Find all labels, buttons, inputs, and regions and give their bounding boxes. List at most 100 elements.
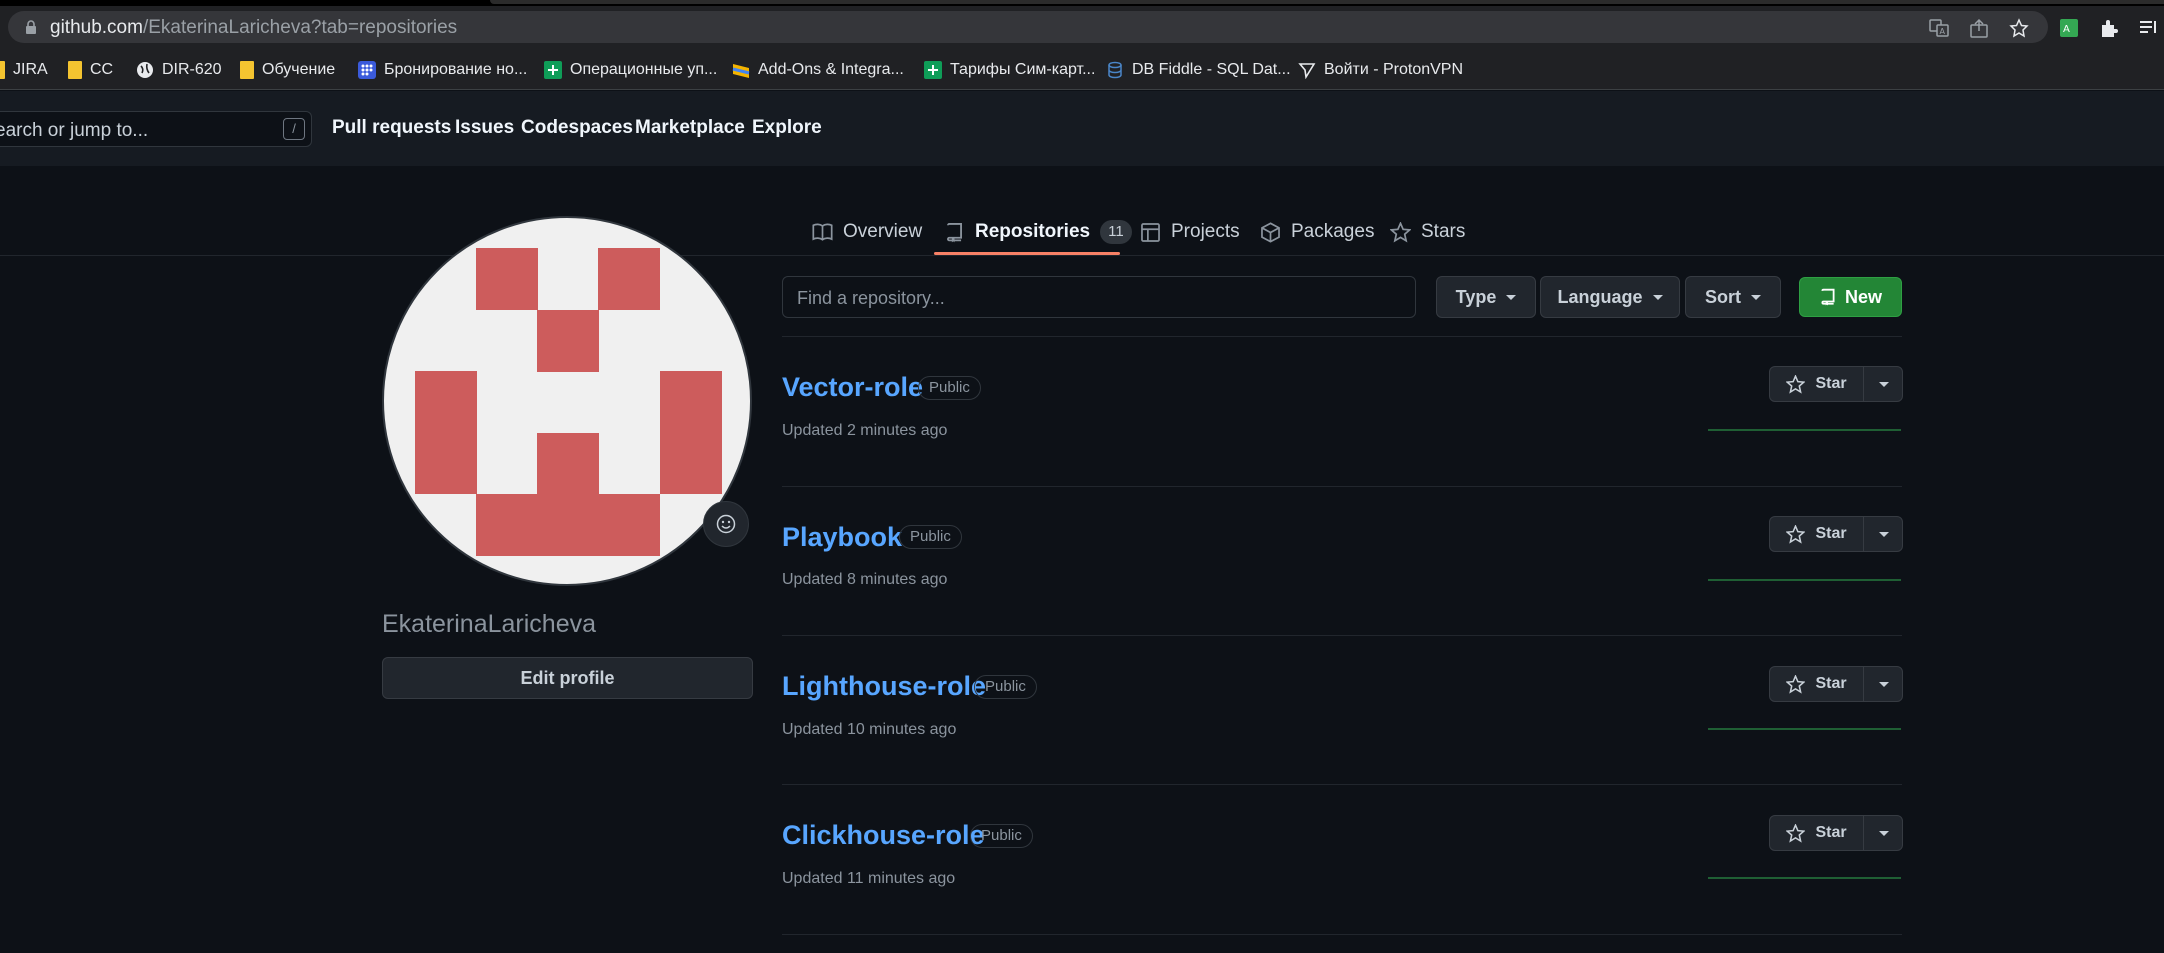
- address-bar[interactable]: github.com/EkaterinaLaricheva?tab=reposi…: [8, 11, 2048, 43]
- bookmark-obuchenie[interactable]: Обучение: [240, 58, 335, 82]
- nav-marketplace[interactable]: Marketplace: [635, 117, 745, 139]
- sheets-icon: [544, 61, 562, 79]
- language-filter-label: Language: [1557, 286, 1643, 307]
- url-text: github.com/EkaterinaLaricheva?tab=reposi…: [50, 17, 457, 39]
- bookmark-dir-620[interactable]: DIR-620: [136, 58, 222, 82]
- bookmark-label: Бронирование но...: [384, 61, 528, 78]
- repo-name-link[interactable]: Lighthouse-role: [782, 671, 986, 702]
- star-button[interactable]: Star: [1770, 816, 1864, 850]
- avatar-pixel: [415, 371, 477, 494]
- nav-explore[interactable]: Explore: [752, 117, 822, 139]
- bookmark-cc[interactable]: CC: [68, 58, 113, 82]
- tab-overview[interactable]: Overview: [812, 214, 922, 250]
- star-button[interactable]: Star: [1770, 367, 1864, 401]
- avatar-pixel: [598, 248, 660, 310]
- avatar-pixel: [660, 371, 722, 494]
- addon-icon: [732, 64, 750, 78]
- activity-graph: [1708, 579, 1901, 581]
- bookmark-star-icon[interactable]: [2008, 17, 2030, 39]
- language-filter-button[interactable]: Language: [1540, 276, 1680, 318]
- visibility-badge: Public: [899, 525, 962, 549]
- star-icon: [1786, 823, 1806, 843]
- nav-issues[interactable]: Issues: [455, 117, 514, 139]
- star-icon: [1786, 374, 1806, 394]
- bookmark-label: Операционные уп...: [570, 61, 718, 78]
- repo-name-link[interactable]: Clickhouse-role: [782, 820, 985, 851]
- repo-name-link[interactable]: Vector-role: [782, 372, 923, 403]
- star-list-dropdown[interactable]: [1865, 816, 1903, 850]
- tab-repositories[interactable]: Repositories 11: [944, 214, 1132, 250]
- nav-pull-requests[interactable]: Pull requests: [332, 117, 451, 139]
- table-icon: [1141, 222, 1160, 242]
- sort-filter-button[interactable]: Sort: [1685, 276, 1781, 318]
- visibility-badge: Public: [974, 675, 1037, 699]
- star-list-dropdown[interactable]: [1865, 367, 1903, 401]
- smiley-icon: [716, 514, 736, 534]
- translate-extension-icon[interactable]: A: [2058, 17, 2080, 39]
- bookmark-label: JIRA: [13, 61, 48, 78]
- repo-icon: [1821, 288, 1835, 306]
- repo-updated-time: Updated 2 minutes ago: [782, 422, 948, 439]
- bookmark-jira[interactable]: JIRA: [0, 58, 48, 82]
- package-icon: [1261, 221, 1280, 243]
- bookmark-db-fiddle[interactable]: DB Fiddle - SQL Dat...: [1106, 58, 1291, 82]
- share-icon[interactable]: [1968, 17, 1990, 39]
- folder-icon: [0, 61, 5, 79]
- reading-list-icon[interactable]: [2138, 17, 2160, 39]
- star-button-group: Star: [1769, 366, 1903, 402]
- proton-icon: [1298, 63, 1316, 79]
- star-button[interactable]: Star: [1770, 667, 1864, 701]
- bookmarks-bar: JIRA CC DIR-620 Обучение Бронирование но…: [0, 50, 2164, 90]
- avatar-pixel: [476, 494, 660, 556]
- bookmark-label: CC: [90, 61, 114, 78]
- type-filter-button[interactable]: Type: [1436, 276, 1536, 318]
- avatar[interactable]: [382, 216, 752, 586]
- find-repository-input[interactable]: Find a repository...: [782, 276, 1416, 318]
- bookmark-label: Тарифы Сим-карт...: [950, 61, 1096, 78]
- edit-profile-button[interactable]: Edit profile: [382, 657, 753, 699]
- browser-toolbar: github.com/EkaterinaLaricheva?tab=reposi…: [0, 6, 2164, 50]
- extensions-puzzle-icon[interactable]: [2098, 17, 2120, 39]
- star-icon: [1786, 674, 1806, 694]
- svg-text:A: A: [2063, 24, 2070, 35]
- star-button-group: Star: [1769, 815, 1903, 851]
- star-button-group: Star: [1769, 666, 1903, 702]
- tab-projects[interactable]: Projects: [1140, 214, 1240, 250]
- database-icon: [1108, 61, 1122, 79]
- star-button[interactable]: Star: [1770, 517, 1864, 551]
- chevron-down-icon: [1879, 381, 1889, 387]
- star-icon: [1786, 524, 1806, 544]
- avatar-pixel: [476, 248, 538, 310]
- chevron-down-icon: [1506, 294, 1517, 300]
- bookmark-tarify[interactable]: Тарифы Сим-карт...: [924, 58, 1095, 82]
- star-list-dropdown[interactable]: [1865, 667, 1903, 701]
- repo-icon: [947, 222, 962, 242]
- chevron-down-icon: [1879, 531, 1889, 537]
- lock-icon[interactable]: [24, 20, 38, 34]
- bookmark-bronirovanie[interactable]: Бронирование но...: [358, 58, 527, 82]
- tab-label: Packages: [1291, 221, 1375, 242]
- tab-label: Repositories: [975, 221, 1091, 242]
- star-label: Star: [1815, 824, 1847, 841]
- repo-updated-time: Updated 8 minutes ago: [782, 571, 948, 588]
- star-list-dropdown[interactable]: [1865, 517, 1903, 551]
- chevron-down-icon: [1751, 294, 1761, 300]
- new-repository-button[interactable]: New: [1799, 277, 1902, 317]
- star-icon: [1390, 221, 1411, 243]
- set-status-button[interactable]: [703, 501, 749, 547]
- bookmark-add-ons[interactable]: Add-Ons & Integra...: [732, 58, 904, 82]
- repo-list-divider: [782, 784, 1902, 785]
- find-repository-placeholder: Find a repository...: [797, 288, 945, 308]
- github-header: earch or jump to... / Pull requests Issu…: [0, 91, 2164, 166]
- search-input[interactable]: earch or jump to... /: [0, 111, 312, 147]
- repo-name-link[interactable]: Playbook: [782, 522, 902, 553]
- translate-icon[interactable]: A: [1928, 17, 1950, 39]
- tab-stars[interactable]: Stars: [1390, 214, 1465, 250]
- activity-graph: [1708, 429, 1901, 431]
- repo-list-divider: [782, 336, 1902, 337]
- book-icon: [812, 223, 833, 241]
- bookmark-protonvpn[interactable]: Войти - ProtonVPN: [1298, 58, 1463, 82]
- nav-codespaces[interactable]: Codespaces: [521, 117, 633, 139]
- tab-packages[interactable]: Packages: [1260, 214, 1374, 250]
- bookmark-operacionnye[interactable]: Операционные уп...: [544, 58, 717, 82]
